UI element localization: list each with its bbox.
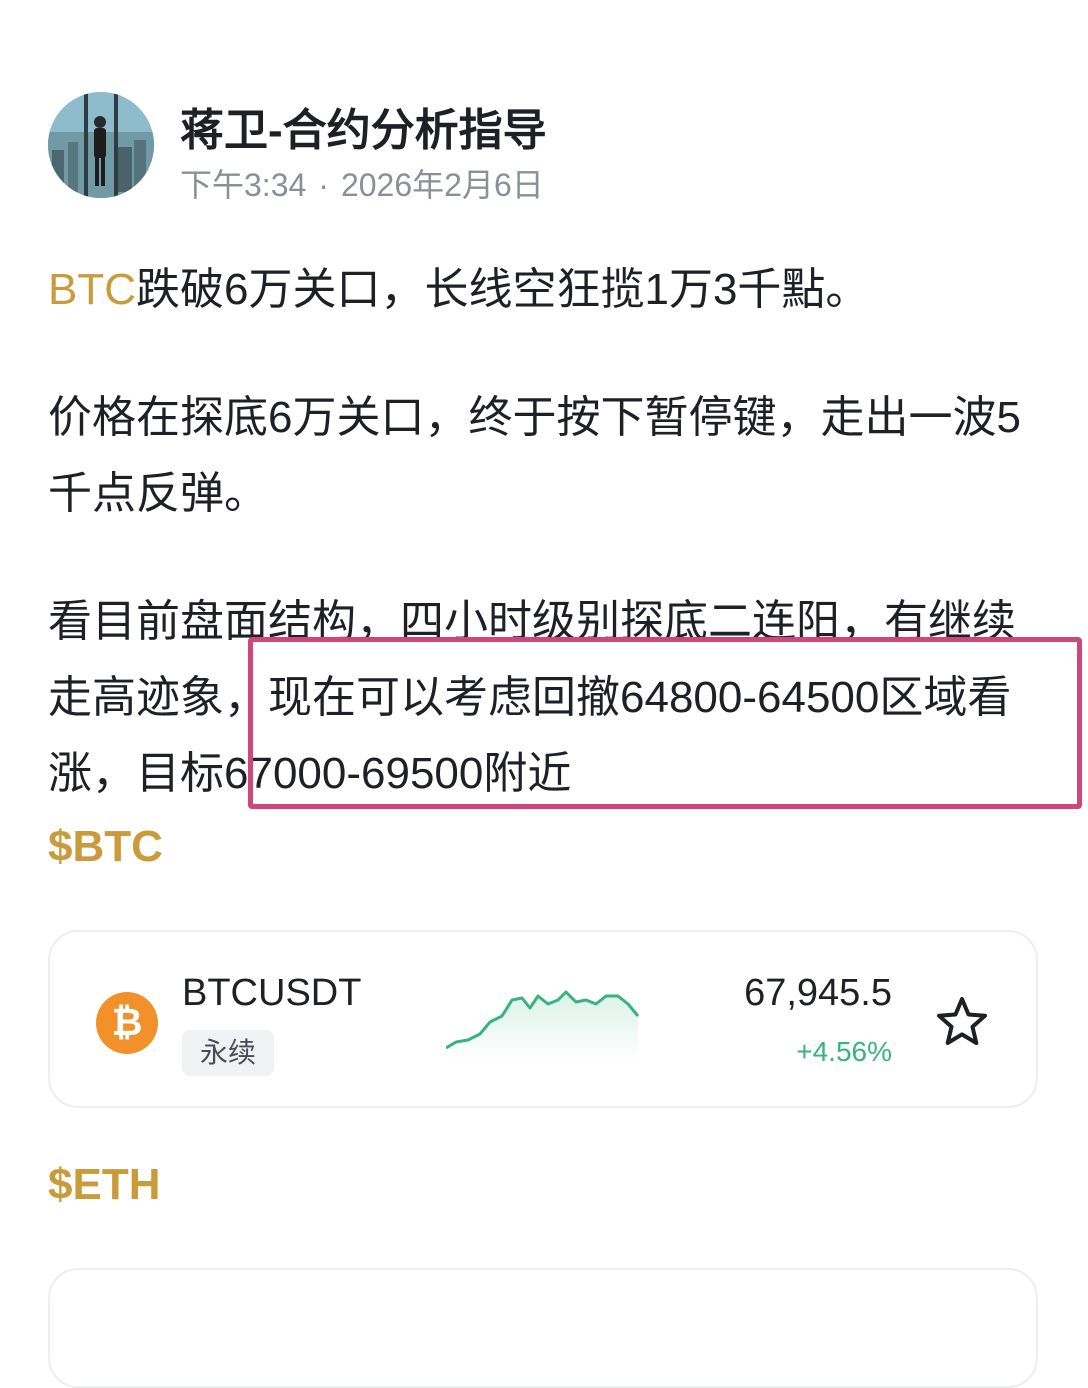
post-header: 蒋卫-合约分析指导 下午3:34 · 2026年2月6日 [48,92,1048,203]
author-avatar[interactable] [48,92,154,198]
post-paragraph-2: 价格在探底6万关口，终于按下暂停键，走出一波5千点反弹。 [48,393,1021,518]
post-time: 下午3:34 [180,167,307,203]
eth-cashtag[interactable]: $ETH [48,1160,160,1210]
post-headline: BTC跌破6万关口，长线空狂揽1万3千點。 [48,252,1038,328]
ethusdt-ticker-card[interactable] [48,1268,1038,1388]
contract-type-badge: 永续 [182,1030,275,1076]
ticker-change-percent: +4.56% [796,1036,892,1067]
ticker-symbol: BTCUSDT [182,972,362,1014]
price-sparkline [446,990,640,1062]
highlight-annotation-box [248,637,1082,809]
meta-separator: · [318,167,329,203]
star-icon[interactable] [934,994,990,1050]
btc-cashtag[interactable]: $BTC [48,822,163,872]
post-timestamp: 下午3:34 · 2026年2月6日 [180,160,544,206]
post-date: 2026年2月6日 [340,167,544,203]
btcusdt-ticker-card[interactable]: ₿ BTCUSDT 永续 67,945.5 +4.56% [48,930,1038,1108]
ticker-price: 67,945.5 [744,972,892,1014]
bitcoin-icon: ₿ [96,992,158,1054]
headline-text: 跌破6万关口，长线空狂揽1万3千點。 [136,265,870,314]
headline-coin-link[interactable]: BTC [48,265,136,314]
author-name[interactable]: 蒋卫-合约分析指导 [180,94,547,158]
